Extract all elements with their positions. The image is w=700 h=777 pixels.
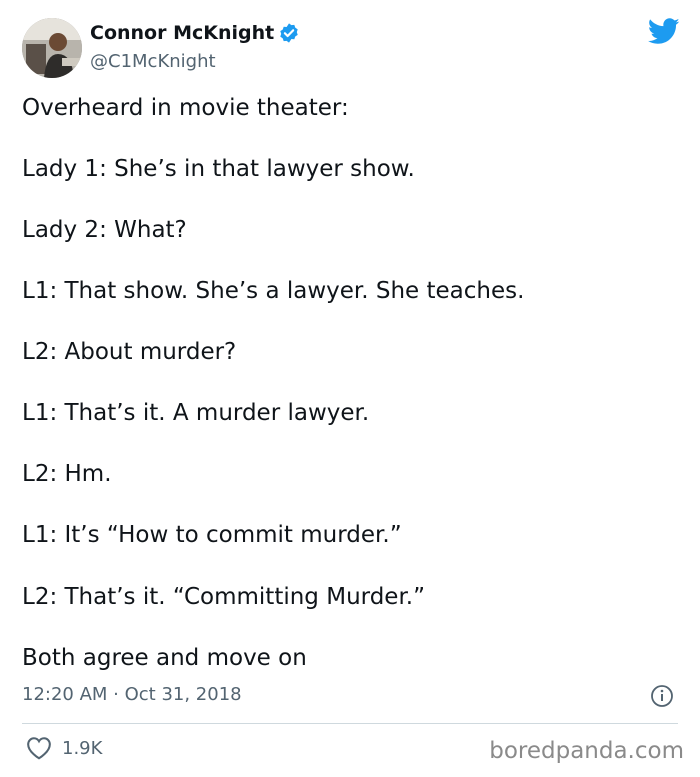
tweet-timestamp[interactable]: 12:20 AM · Oct 31, 2018 bbox=[22, 684, 242, 705]
verified-badge-icon bbox=[280, 23, 298, 43]
tweet-line: L2: Hm. bbox=[22, 461, 112, 487]
heart-icon bbox=[27, 737, 51, 760]
like-button[interactable]: 1.9K bbox=[26, 736, 102, 760]
tweet-line: Both agree and move on bbox=[22, 645, 307, 671]
tweet-line: L2: About murder? bbox=[22, 339, 237, 365]
tweet-line: L1: It’s “How to commit murder.” bbox=[22, 522, 402, 548]
info-icon[interactable] bbox=[650, 684, 674, 708]
tweet-line: Lady 1: She’s in that lawyer show. bbox=[22, 156, 415, 182]
tweet-header: Connor McKnight @C1McKnight bbox=[22, 18, 682, 78]
author-handle[interactable]: @C1McKnight bbox=[90, 51, 216, 72]
tweet-line: L2: That’s it. “Committing Murder.” bbox=[22, 584, 426, 610]
twitter-bird-icon[interactable] bbox=[648, 18, 680, 45]
watermark: boredpanda.com bbox=[489, 738, 684, 764]
likes-count: 1.9K bbox=[62, 737, 103, 759]
divider bbox=[22, 723, 678, 724]
avatar[interactable] bbox=[22, 18, 82, 78]
tweet-line: L1: That show. She’s a lawyer. She teach… bbox=[22, 278, 525, 304]
author-name[interactable]: Connor McKnight bbox=[90, 22, 274, 44]
tweet-line: L1: That’s it. A murder lawyer. bbox=[22, 400, 370, 426]
tweet-line: Lady 2: What? bbox=[22, 217, 187, 243]
tweet-line: Overheard in movie theater: bbox=[22, 95, 349, 121]
